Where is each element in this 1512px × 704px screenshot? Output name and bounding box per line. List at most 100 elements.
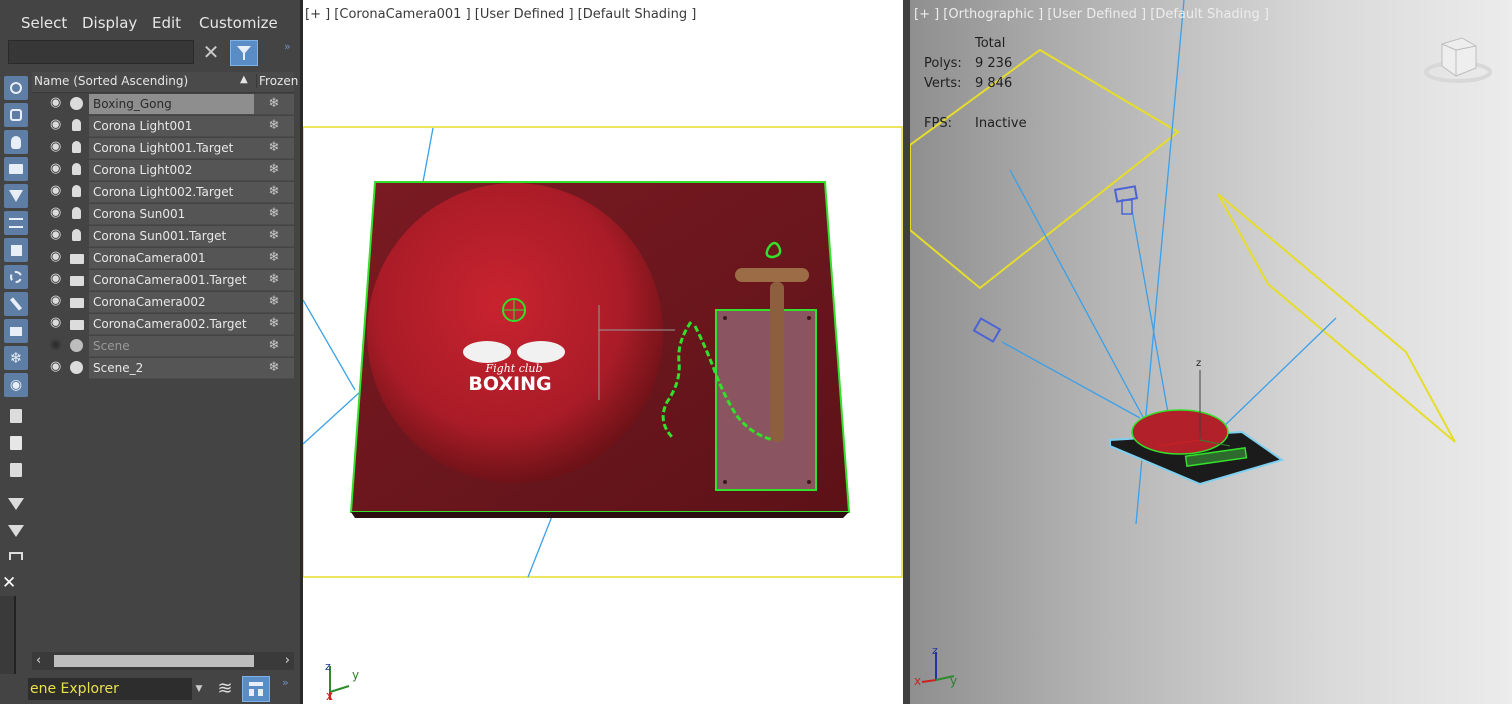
freeze-toggle-icon[interactable]: ❄: [254, 270, 294, 291]
tree-row-label[interactable]: CoronaCamera002: [89, 292, 255, 313]
freeze-toggle-icon[interactable]: ❄: [254, 182, 294, 203]
viewport-divider[interactable]: [903, 0, 910, 704]
scroll-right-icon[interactable]: ›: [285, 653, 290, 668]
ortho-viewport-label[interactable]: [+ ] [Orthographic ] [User Defined ] [De…: [914, 7, 1269, 22]
expand-chevron-icon[interactable]: »: [284, 40, 291, 53]
freeze-toggle-icon[interactable]: ❄: [254, 226, 294, 247]
camera-viewport-label[interactable]: [+ ] [CoronaCamera001 ] [User Defined ] …: [305, 7, 696, 22]
expand-chevron-icon[interactable]: »: [282, 676, 289, 689]
horizontal-scrollbar[interactable]: ‹ ›: [32, 652, 294, 670]
freeze-toggle-icon[interactable]: ❄: [254, 358, 294, 379]
visibility-eye-icon[interactable]: ◉: [50, 294, 66, 307]
column-frozen-header[interactable]: Frozen: [256, 74, 298, 88]
tree-row[interactable]: ◉ CoronaCamera002.Target ❄: [32, 314, 294, 336]
tree-row-label[interactable]: Scene: [89, 336, 255, 357]
tree-row[interactable]: ◉ Boxing_Gong ❄: [32, 94, 294, 116]
display-lights-button[interactable]: [4, 130, 28, 154]
freeze-toggle-icon[interactable]: ❄: [254, 248, 294, 269]
tree-row[interactable]: ◉ CoronaCamera001.Target ❄: [32, 270, 294, 292]
freeze-toggle-icon[interactable]: ❄: [254, 314, 294, 335]
display-groups-button[interactable]: [4, 238, 28, 262]
tree-row[interactable]: ◉ Scene ❄: [32, 336, 294, 358]
tree-row[interactable]: ◉ Corona Light001.Target ❄: [32, 138, 294, 160]
display-spacewarps-button[interactable]: [4, 211, 28, 235]
verts-label: Verts:: [924, 76, 962, 91]
tree-row-label[interactable]: Corona Light001.Target: [89, 138, 255, 159]
select-invert-button[interactable]: [4, 458, 28, 482]
select-none-button[interactable]: [4, 431, 28, 455]
menu-edit[interactable]: Edit: [152, 14, 181, 32]
display-frozen-button[interactable]: ❄: [4, 346, 28, 370]
display-geometry-button[interactable]: [4, 76, 28, 100]
tree-row[interactable]: ◉ Corona Light002.Target ❄: [32, 182, 294, 204]
tree-row-label[interactable]: CoronaCamera001.Target: [89, 270, 255, 291]
tree-row[interactable]: ◉ Corona Light001 ❄: [32, 116, 294, 138]
visibility-eye-icon[interactable]: ◉: [50, 206, 66, 219]
tree-row-label[interactable]: Corona Light002.Target: [89, 182, 255, 203]
tree-row-label[interactable]: Corona Light002: [89, 160, 255, 181]
freeze-toggle-icon[interactable]: ❄: [254, 204, 294, 225]
tree-row-label[interactable]: CoronaCamera001: [89, 248, 255, 269]
find-button[interactable]: [4, 544, 28, 568]
clear-search-icon[interactable]: ✕: [202, 41, 220, 63]
close-icon[interactable]: ✕: [2, 573, 16, 593]
tree-row-label[interactable]: CoronaCamera002.Target: [89, 314, 255, 335]
tree-row-label[interactable]: Corona Sun001.Target: [89, 226, 255, 247]
visibility-eye-icon[interactable]: ◉: [50, 228, 66, 241]
visibility-eye-icon[interactable]: ◉: [50, 118, 66, 131]
chevron-down-icon[interactable]: ▼: [192, 678, 206, 700]
tree-row-label[interactable]: Scene_2: [89, 358, 255, 379]
menu-display[interactable]: Display: [82, 14, 137, 32]
menu-customize[interactable]: Customize: [199, 14, 278, 32]
glove-right-icon: [517, 341, 565, 363]
search-input[interactable]: [8, 40, 194, 64]
axis-x-label: x: [326, 689, 334, 703]
display-containers-button[interactable]: [4, 319, 28, 343]
visibility-eye-icon[interactable]: ◉: [50, 338, 66, 351]
visibility-eye-icon[interactable]: ◉: [50, 316, 66, 329]
display-helpers-button[interactable]: [4, 184, 28, 208]
display-cameras-button[interactable]: [4, 157, 28, 181]
scroll-left-icon[interactable]: ‹: [36, 653, 41, 668]
tree-row[interactable]: ◉ CoronaCamera001 ❄: [32, 248, 294, 270]
freeze-toggle-icon[interactable]: ❄: [254, 160, 294, 181]
tree-row[interactable]: ◉ Corona Light002 ❄: [32, 160, 294, 182]
tree-row[interactable]: ◉ Scene_2 ❄: [32, 358, 294, 380]
display-hidden-button[interactable]: ◉: [4, 373, 28, 397]
menu-select[interactable]: Select: [21, 14, 67, 32]
camera-viewport[interactable]: Fight club BOXING [+ ] [CoronaCamera001 …: [303, 0, 903, 704]
column-name-header[interactable]: Name (Sorted Ascending): [34, 74, 188, 88]
visibility-eye-icon[interactable]: ◉: [50, 96, 66, 109]
display-shapes-button[interactable]: [4, 103, 28, 127]
filter-toggle-button[interactable]: [230, 40, 258, 66]
tree-row[interactable]: ◉ Corona Sun001.Target ❄: [32, 226, 294, 248]
freeze-toggle-icon[interactable]: ❄: [254, 138, 294, 159]
sort-by-layer-icon[interactable]: ≋: [212, 676, 238, 702]
freeze-toggle-icon[interactable]: ❄: [254, 116, 294, 137]
viewcube-icon[interactable]: [1424, 36, 1494, 84]
filter-button[interactable]: [4, 519, 28, 543]
scrollbar-thumb[interactable]: [54, 655, 254, 667]
visibility-eye-icon[interactable]: ◉: [50, 140, 66, 153]
freeze-toggle-icon[interactable]: ❄: [254, 336, 294, 357]
filter-selection-button[interactable]: [4, 492, 28, 516]
visibility-eye-icon[interactable]: ◉: [50, 272, 66, 285]
freeze-toggle-icon[interactable]: ❄: [254, 292, 294, 313]
display-bones-button[interactable]: [4, 292, 28, 316]
funnel-icon: [8, 525, 24, 537]
visibility-eye-icon[interactable]: ◉: [50, 162, 66, 175]
sort-by-hierarchy-button[interactable]: [242, 676, 270, 702]
tree-row-label[interactable]: Corona Sun001: [89, 204, 255, 225]
select-all-button[interactable]: [4, 404, 28, 428]
freeze-toggle-icon[interactable]: ❄: [254, 94, 294, 115]
tree-row[interactable]: ◉ Corona Sun001 ❄: [32, 204, 294, 226]
visibility-eye-icon[interactable]: ◉: [50, 250, 66, 263]
tree-row[interactable]: ◉ CoronaCamera002 ❄: [32, 292, 294, 314]
explorer-name-field[interactable]: ene Explorer: [28, 678, 192, 700]
display-xrefs-button[interactable]: [4, 265, 28, 289]
tree-row-label[interactable]: Boxing_Gong: [89, 94, 255, 115]
visibility-eye-icon[interactable]: ◉: [50, 184, 66, 197]
orthographic-viewport[interactable]: [+ ] [Orthographic ] [User Defined ] [De…: [910, 0, 1512, 704]
visibility-eye-icon[interactable]: ◉: [50, 360, 66, 373]
tree-row-label[interactable]: Corona Light001: [89, 116, 255, 137]
